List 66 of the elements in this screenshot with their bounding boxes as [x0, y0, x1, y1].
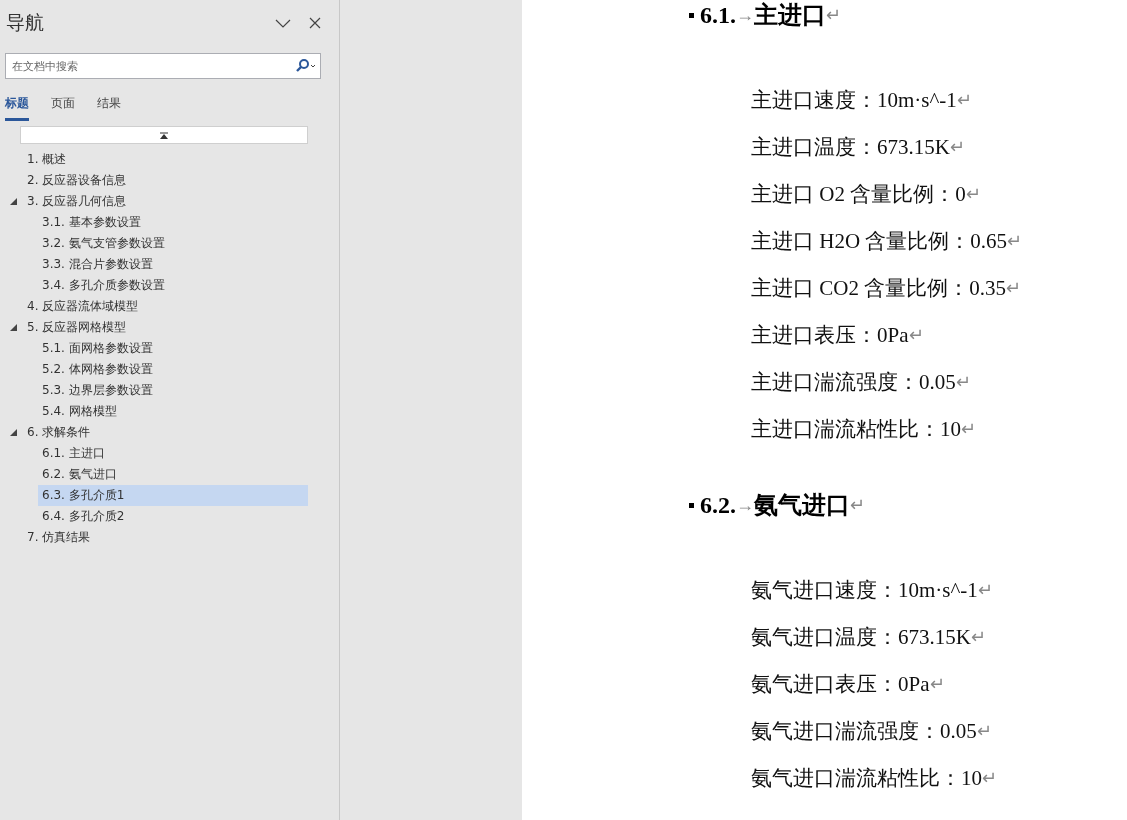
outline-item[interactable]: 3. 反应器几何信息: [0, 191, 308, 212]
search-icon[interactable]: [296, 59, 316, 73]
paragraph-mark: ↵: [1005, 276, 1021, 299]
outline-item[interactable]: 5.1. 面网格参数设置: [38, 338, 308, 359]
paragraph-mark: ↵: [949, 135, 965, 158]
tab-mark: →: [736, 4, 754, 26]
bullet-icon: [689, 12, 694, 18]
parameter-text: 主进口 H2O 含量比例：0.65: [751, 227, 1008, 255]
heading-number: 6.1.: [700, 1, 736, 29]
paragraph-mark: ↵: [826, 4, 841, 26]
paragraph-mark: ↵: [850, 494, 865, 516]
section-heading: 主进口: [754, 1, 826, 30]
paragraph-mark: ↵: [977, 578, 993, 601]
pane-tab[interactable]: 标题: [5, 95, 29, 121]
tab-mark: →: [736, 494, 754, 516]
scroll-up-icon: [160, 131, 168, 139]
paragraph-mark: ↵: [908, 323, 924, 346]
outline-item[interactable]: 5.2. 体网格参数设置: [38, 359, 308, 380]
parameter-text: 氨气进口湍流粘性比：10: [751, 764, 982, 792]
outline-item[interactable]: 6.4. 多孔介质2: [38, 506, 308, 527]
outline-item[interactable]: 3.4. 多孔介质参数设置: [38, 275, 308, 296]
outline-item[interactable]: 6.3. 多孔介质1: [38, 485, 308, 506]
collapse-triangle-icon[interactable]: [10, 429, 17, 436]
paragraph-mark: ↵: [956, 88, 972, 111]
parameter-text: 主进口 CO2 含量比例：0.35: [751, 274, 1006, 302]
parameter-text: 氨气进口速度：10m·s^-1: [751, 576, 978, 604]
parameter-text: 主进口湍流强度：0.05: [751, 368, 956, 396]
collapse-triangle-icon[interactable]: [10, 198, 17, 205]
search-field[interactable]: 在文档中搜索: [5, 53, 321, 79]
outline-item[interactable]: 1. 概述: [0, 149, 308, 170]
parameter-text: 主进口 O2 含量比例：0: [751, 180, 966, 208]
paragraph-mark: ↵: [955, 370, 971, 393]
pane-title: 导航: [6, 10, 45, 35]
heading-number: 6.2.: [700, 491, 736, 519]
outline-item[interactable]: 5.4. 网格模型: [38, 401, 308, 422]
bullet-icon: [689, 502, 694, 508]
pane-tab[interactable]: 页面: [51, 95, 75, 121]
outline-item[interactable]: 5. 反应器网格模型: [0, 317, 308, 338]
paragraph-mark: ↵: [961, 417, 976, 440]
outline-item[interactable]: 3.1. 基本参数设置: [38, 212, 308, 233]
section-heading: 氨气进口: [754, 491, 850, 520]
paragraph-mark: ↵: [1007, 229, 1023, 252]
outline-item[interactable]: 4. 反应器流体域模型: [0, 296, 308, 317]
pane-tab[interactable]: 结果: [97, 95, 121, 121]
collapse-triangle-icon[interactable]: [10, 324, 17, 331]
parameter-text: 氨气进口湍流强度：0.05: [751, 717, 977, 745]
parameter-text: 氨气进口温度：673.15K: [751, 623, 971, 651]
outline-item[interactable]: 3.2. 氨气支管参数设置: [38, 233, 308, 254]
outline-item[interactable]: 7. 仿真结果: [0, 527, 308, 548]
parameter-text: 氨气进口表压：0Pa: [751, 670, 930, 698]
outline-item[interactable]: 2. 反应器设备信息: [0, 170, 308, 191]
paragraph-mark: ↵: [976, 719, 992, 742]
outline-item[interactable]: 6.1. 主进口: [38, 443, 308, 464]
outline-item[interactable]: 3.3. 混合片参数设置: [38, 254, 308, 275]
outline-item[interactable]: 6.2. 氨气进口: [38, 464, 308, 485]
parameter-text: 主进口温度：673.15K: [751, 133, 950, 161]
parameter-text: 主进口表压：0Pa: [751, 321, 909, 349]
paragraph-mark: ↵: [929, 672, 945, 695]
paragraph-mark: ↵: [982, 766, 997, 789]
paragraph-mark: ↵: [970, 625, 986, 648]
outline-item[interactable]: 5.3. 边界层参数设置: [38, 380, 308, 401]
parameter-text: 主进口速度：10m·s^-1: [751, 86, 957, 114]
search-input[interactable]: 在文档中搜索: [12, 54, 296, 78]
outline-item[interactable]: 6. 求解条件: [0, 422, 308, 443]
parameter-text: 主进口湍流粘性比：10: [751, 415, 961, 443]
paragraph-mark: ↵: [965, 182, 981, 205]
